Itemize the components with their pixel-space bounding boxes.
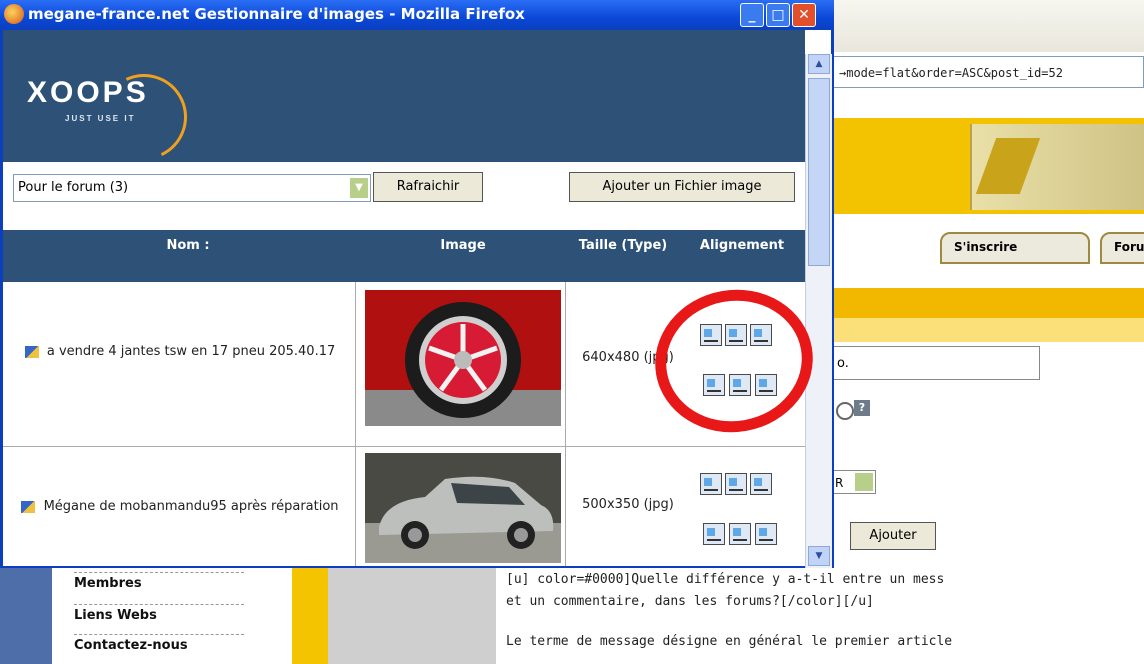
radio-button[interactable] bbox=[836, 402, 854, 420]
align-right-icon[interactable] bbox=[750, 473, 772, 495]
chevron-down-icon: ▼ bbox=[350, 178, 368, 198]
column-divider bbox=[565, 447, 566, 566]
left-blue-strip bbox=[0, 566, 52, 664]
column-align-header: Alignement bbox=[699, 238, 785, 253]
image-name-text: Mégane de mobanmandu95 après réparation bbox=[43, 499, 339, 514]
category-select[interactable]: Pour le forum (3) ▼ bbox=[13, 174, 371, 202]
yellow-bar-light bbox=[828, 318, 1144, 342]
xoops-tagline: JUST USE IT bbox=[65, 114, 136, 123]
image-name: Mégane de mobanmandu95 après réparation bbox=[15, 499, 345, 514]
background-browser-titlebar bbox=[828, 0, 1144, 52]
minimize-button[interactable]: _ bbox=[740, 3, 764, 27]
xoops-header: XOOPS JUST USE IT bbox=[3, 30, 805, 173]
table-row: Mégane de mobanmandu95 après réparation … bbox=[3, 447, 805, 566]
align-center-icon[interactable] bbox=[725, 473, 747, 495]
align-left-icon[interactable] bbox=[700, 473, 722, 495]
scroll-down-arrow-icon[interactable]: ▼ bbox=[808, 546, 830, 566]
scrollbar-thumb[interactable] bbox=[808, 78, 830, 266]
yellow-bar bbox=[828, 288, 1144, 318]
bottom-yellow-strip bbox=[292, 566, 328, 664]
maximize-button[interactable]: □ bbox=[766, 3, 790, 27]
image-size: 500x350 (jpg) bbox=[582, 497, 674, 512]
table-header: Nom : Image Taille (Type) Alignement bbox=[3, 230, 805, 282]
edit-icon[interactable] bbox=[24, 345, 39, 358]
renault-logo bbox=[975, 138, 1041, 194]
nav-item-members[interactable]: Membres bbox=[74, 572, 244, 591]
vertical-scrollbar[interactable]: ▲ ▼ bbox=[805, 54, 832, 568]
column-name-header: Nom : bbox=[166, 238, 210, 253]
column-divider bbox=[355, 282, 356, 446]
image-name-text: a vendre 4 jantes tsw en 17 pneu 205.40.… bbox=[46, 344, 336, 359]
align-center-image-icon[interactable] bbox=[729, 523, 751, 545]
column-divider bbox=[565, 282, 566, 446]
car-image-thumbnail[interactable] bbox=[365, 453, 561, 563]
background-select[interactable]: R bbox=[832, 470, 876, 494]
image-controls: Pour le forum (3) ▼ Rafraichir Ajouter u… bbox=[3, 162, 805, 230]
forum-text-area: [u] color=#0000]Quelle différence y a-t-… bbox=[496, 566, 1144, 664]
image-name: a vendre 4 jantes tsw en 17 pneu 205.40.… bbox=[15, 344, 345, 359]
align-right-image-icon[interactable] bbox=[755, 523, 777, 545]
refresh-button[interactable]: Rafraichir bbox=[373, 172, 483, 202]
site-banner bbox=[970, 124, 1144, 210]
forum-text-line-1: [u] color=#0000]Quelle différence y a-t-… bbox=[506, 572, 945, 587]
firefox-icon bbox=[4, 4, 24, 24]
bottom-gray-block bbox=[328, 566, 496, 664]
add-image-button[interactable]: Ajouter un Fichier image bbox=[569, 172, 795, 202]
nav-item-contact[interactable]: Contactez-nous bbox=[74, 634, 244, 653]
window-title: megane-france.net Gestionnaire d'images … bbox=[28, 5, 525, 23]
align-left-image-icon[interactable] bbox=[703, 523, 725, 545]
background-text-input[interactable]: o. bbox=[832, 346, 1040, 380]
close-button[interactable]: ✕ bbox=[792, 3, 816, 27]
forum-text-line-3: Le terme de message désigne en général l… bbox=[506, 634, 953, 649]
help-icon[interactable]: ? bbox=[854, 400, 870, 416]
nav-item-links[interactable]: Liens Webs bbox=[74, 604, 244, 623]
wheel-image-thumbnail[interactable] bbox=[365, 290, 561, 426]
chevron-down-icon bbox=[855, 473, 873, 491]
address-bar[interactable]: →mode=flat&order=ASC&post_id=52 bbox=[828, 56, 1144, 88]
forum-text-line-2: et un commentaire, dans les forums?[/col… bbox=[506, 594, 874, 609]
tab-register[interactable]: S'inscrire bbox=[940, 232, 1090, 264]
column-image-header: Image bbox=[440, 238, 486, 253]
scroll-up-arrow-icon[interactable]: ▲ bbox=[808, 54, 830, 74]
ajouter-button[interactable]: Ajouter bbox=[850, 522, 936, 550]
xoops-logo: XOOPS bbox=[27, 76, 149, 109]
column-divider bbox=[355, 447, 356, 566]
category-select-value: Pour le forum (3) bbox=[18, 180, 129, 195]
background-select-value: R bbox=[835, 476, 844, 490]
window-titlebar[interactable]: megane-france.net Gestionnaire d'images … bbox=[0, 0, 834, 30]
edit-icon[interactable] bbox=[21, 500, 36, 513]
column-size-header: Taille (Type) bbox=[578, 238, 668, 253]
tab-forum[interactable]: Foru bbox=[1100, 232, 1144, 264]
bottom-nav-menu: Membres Liens Webs Contactez-nous bbox=[52, 566, 292, 664]
